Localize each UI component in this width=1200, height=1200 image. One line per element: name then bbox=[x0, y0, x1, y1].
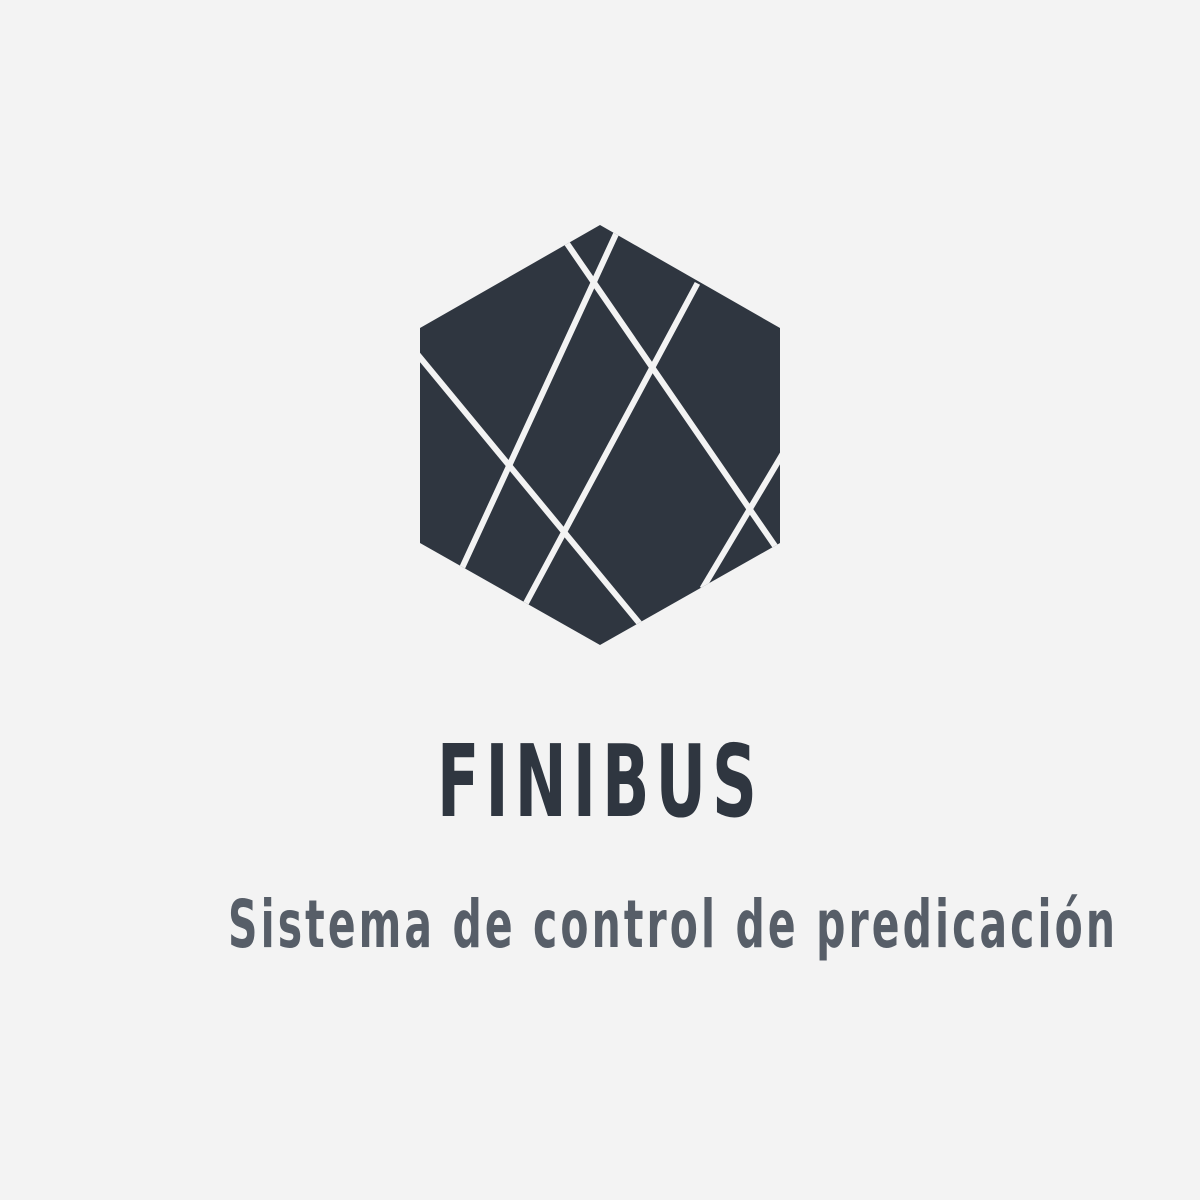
faceted-hexagon-icon bbox=[420, 225, 780, 645]
brand-name: FINIBUS bbox=[436, 723, 764, 840]
logo-lockup: FINIBUS Sistema de control de predicació… bbox=[0, 0, 1200, 1200]
brand-tagline: Sistema de control de predicación bbox=[228, 886, 1119, 963]
